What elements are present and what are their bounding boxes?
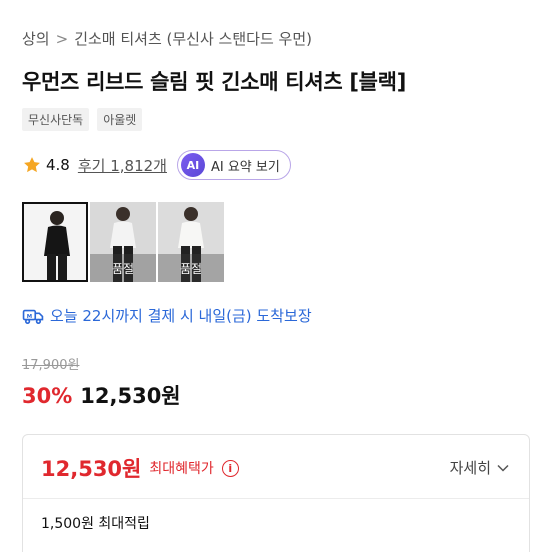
rating-value: 4.8 — [46, 156, 70, 174]
ai-icon: AI — [180, 153, 205, 177]
benefit-header: 12,530원 최대혜택가 i — [41, 453, 239, 483]
svg-text:M: M — [27, 313, 32, 319]
max-benefit-box: 12,530원 최대혜택가 i 자세히 1,500원 최대적립 — [22, 434, 530, 552]
product-tags: 무신사단독 아울렛 — [22, 108, 143, 131]
sale-price: 12,530원 — [80, 384, 181, 408]
thumbnail-white[interactable]: 품절 — [90, 202, 156, 282]
ai-summary-label: AI 요약 보기 — [210, 159, 280, 175]
star-icon — [24, 157, 40, 173]
detail-toggle-button[interactable]: 자세히 — [450, 457, 509, 478]
thumbnail-black[interactable] — [22, 202, 88, 282]
breadcrumb: 상의 > 긴소매 티셔츠 (무신사 스탠다드 우먼) — [22, 28, 312, 49]
detail-label: 자세히 — [449, 459, 491, 477]
delivery-text: 오늘 22시까지 결제 시 내일(금) 도착보장 — [50, 307, 312, 325]
delivery-guarantee[interactable]: M 오늘 22시까지 결제 시 내일(금) 도착보장 — [22, 305, 312, 326]
thumbnail-ivory[interactable]: 품절 — [158, 202, 224, 282]
chevron-down-icon — [497, 464, 509, 472]
breadcrumb-item-category[interactable]: 긴소매 티셔츠 (무신사 스탠다드 우먼) — [74, 28, 312, 49]
divider — [23, 498, 529, 499]
info-icon[interactable]: i — [221, 459, 239, 477]
benefit-price: 12,530원 — [41, 457, 142, 481]
sale-price-row: 30% 12,530원 — [22, 380, 181, 410]
tag-outlet: 아울렛 — [97, 108, 143, 131]
breadcrumb-item-top[interactable]: 상의 — [22, 28, 50, 49]
color-thumbnails: 품절 품절 — [22, 202, 224, 282]
soldout-label: 품절 — [158, 254, 224, 282]
breadcrumb-separator: > — [55, 29, 69, 48]
ai-summary-button[interactable]: AI AI 요약 보기 — [176, 150, 291, 180]
soldout-label: 품절 — [90, 254, 156, 282]
product-title: 우먼즈 리브드 슬림 핏 긴소매 티셔츠 [블랙] — [22, 70, 407, 94]
review-count-link[interactable]: 후기 1,812개 — [78, 155, 167, 176]
discount-rate: 30% — [22, 384, 73, 408]
model-black-image — [24, 204, 86, 280]
benefit-label: 최대혜택가 — [149, 461, 214, 477]
original-price: 17,900원 — [22, 358, 80, 373]
rating-row: 4.8 후기 1,812개 AI AI 요약 보기 — [22, 150, 291, 180]
truck-icon: M — [22, 309, 44, 324]
tag-exclusive: 무신사단독 — [22, 108, 90, 131]
max-points-text: 1,500원 최대적립 — [41, 516, 150, 532]
